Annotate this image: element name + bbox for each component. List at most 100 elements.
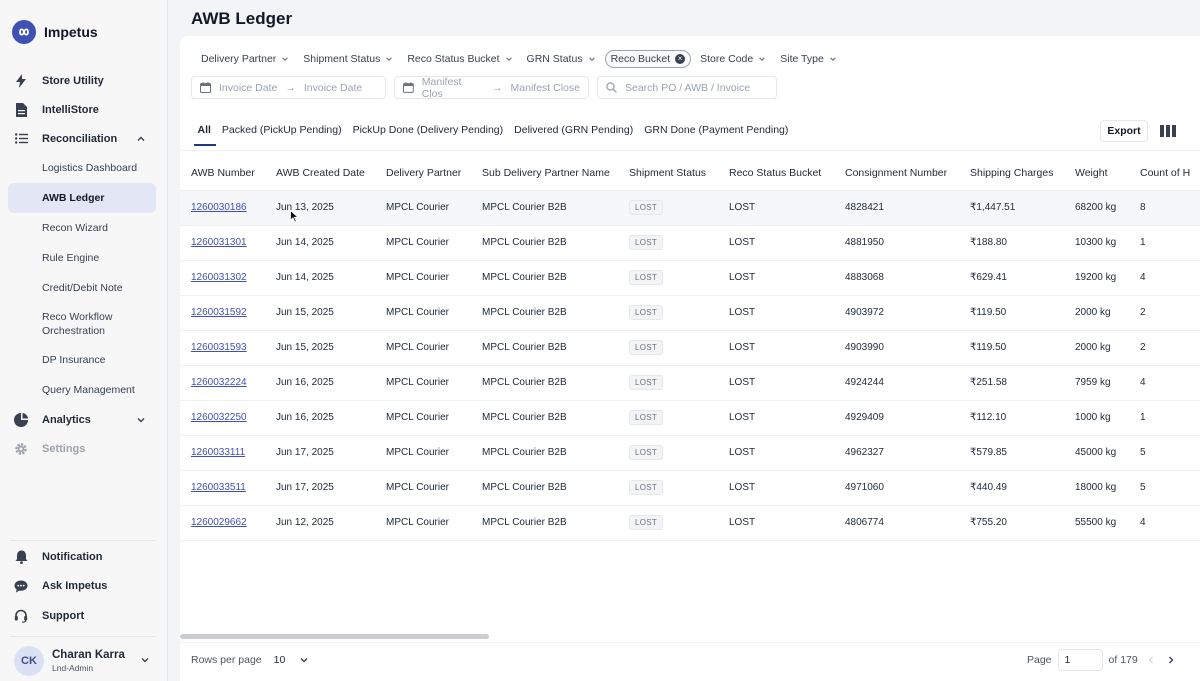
tab-pickup-done[interactable]: PickUp Done (Delivery Pending)	[347, 120, 509, 146]
pie-chart-icon	[14, 412, 28, 427]
rows-per-page-value: 10	[273, 654, 286, 666]
table-row[interactable]: 1260032250 Jun 16, 2025 MPCL Courier MPCL C…	[180, 400, 1200, 436]
chevron-up-icon[interactable]	[136, 134, 146, 144]
awb-number-link[interactable]: 1260032250	[191, 412, 247, 423]
filter-store-code[interactable]: Store Code	[695, 50, 771, 68]
column-header[interactable]: Count of H	[1129, 156, 1200, 191]
sidebar-bottom: Notification Ask Impetus Support	[8, 542, 156, 631]
table-row[interactable]: 1260033511 Jun 17, 2025 MPCL Courier MPCL C…	[180, 470, 1200, 506]
table-cell: Jun 17, 2025	[265, 470, 375, 506]
chevron-down-icon[interactable]	[140, 655, 150, 668]
chevron-down-icon[interactable]	[136, 415, 146, 425]
column-header[interactable]: Sub Delivery Partner Name	[471, 156, 618, 191]
table-row[interactable]: 1260031593 Jun 15, 2025 MPCL Courier MPCL C…	[180, 330, 1200, 366]
sidebar-subitem-reco-workflow-orchestration[interactable]: Reco Workflow Orchestration	[8, 303, 156, 345]
sidebar-subitem-query-management[interactable]: Query Management	[8, 375, 156, 405]
awb-number-link[interactable]: 1260032224	[191, 377, 247, 388]
awb-number-link[interactable]: 1260029662	[191, 517, 247, 528]
manifest-date-range[interactable]: Manifest Clos → Manifest Close	[394, 76, 589, 99]
sidebar-subitem-rule-engine[interactable]: Rule Engine	[8, 243, 156, 273]
column-header[interactable]: Reco Status Bucket	[718, 156, 834, 191]
column-header[interactable]: Shipment Status	[618, 156, 718, 191]
awb-table: AWB Number AWB Created Date Delivery Partn…	[180, 156, 1200, 541]
column-header[interactable]: Shipping Charges	[959, 156, 1064, 191]
page-number-input[interactable]	[1057, 649, 1103, 671]
sidebar-item-analytics[interactable]: Analytics	[8, 405, 156, 434]
table-row[interactable]: 1260033111 Jun 17, 2025 MPCL Courier MPCL C…	[180, 435, 1200, 471]
awb-number-link[interactable]: 1260031301	[191, 237, 247, 248]
horizontal-scrollbar[interactable]	[180, 634, 489, 639]
sidebar-item-settings[interactable]: Settings	[8, 434, 156, 463]
filter-delivery-partner[interactable]: Delivery Partner	[196, 50, 294, 68]
table-row[interactable]: 1260030186 Jun 13, 2025 MPCL Courier MPCL C…	[180, 190, 1200, 226]
tab-all[interactable]: All	[192, 120, 217, 146]
sidebar-item-support[interactable]: Support	[8, 601, 156, 631]
filter-reco-bucket-active[interactable]: Reco Bucket ×	[604, 50, 692, 68]
next-page-button[interactable]	[1164, 653, 1178, 667]
sidebar-subitem-logistics-dashboard[interactable]: Logistics Dashboard	[8, 153, 156, 183]
table-cell: LOST	[618, 435, 718, 471]
status-badge: LOST	[629, 375, 664, 390]
table-cell: MPCL Courier B2B	[471, 225, 618, 261]
sidebar-item-reconciliation[interactable]: Reconciliation	[8, 124, 156, 153]
awb-number-link[interactable]: 1260031593	[191, 342, 247, 353]
invoice-date-range[interactable]: Invoice Date → Invoice Date	[191, 76, 386, 99]
footer-divider	[180, 642, 1200, 643]
status-badge: LOST	[629, 340, 664, 355]
table-cell: 10300 kg	[1064, 225, 1129, 261]
column-header[interactable]: Delivery Partner	[375, 156, 471, 191]
column-header[interactable]: AWB Created Date	[265, 156, 375, 191]
table-cell: 4971060	[834, 470, 959, 506]
filter-shipment-status[interactable]: Shipment Status	[298, 50, 398, 68]
table-row[interactable]: 1260031302 Jun 14, 2025 MPCL Courier MPCL C…	[180, 260, 1200, 296]
clear-filter-icon[interactable]: ×	[675, 54, 686, 64]
column-settings-icon[interactable]	[1160, 125, 1176, 137]
search-input[interactable]	[625, 81, 765, 94]
table-cell: LOST	[618, 295, 718, 331]
column-header[interactable]: Consignment Number	[834, 156, 959, 191]
tab-delivered[interactable]: Delivered (GRN Pending)	[509, 120, 639, 146]
table-cell: Jun 15, 2025	[265, 330, 375, 366]
tab-grn-done[interactable]: GRN Done (Payment Pending)	[639, 120, 794, 146]
filter-reco-status-bucket[interactable]: Reco Status Bucket	[402, 50, 517, 68]
sidebar-subitem-dp-insurance[interactable]: DP Insurance	[8, 345, 156, 375]
awb-number-link[interactable]: 1260031592	[191, 307, 247, 318]
table-row[interactable]: 1260031592 Jun 15, 2025 MPCL Courier MPCL C…	[180, 295, 1200, 331]
brand[interactable]: Impetus	[12, 20, 98, 44]
sidebar-subitem-awb-ledger[interactable]: AWB Ledger	[8, 183, 156, 213]
sidebar-item-ask-impetus[interactable]: Ask Impetus	[8, 572, 156, 602]
awb-number-link[interactable]: 1260030186	[191, 202, 247, 213]
awb-number-link[interactable]: 1260033511	[191, 482, 246, 493]
sidebar-item-notification[interactable]: Notification	[8, 542, 156, 572]
chevron-down-icon	[759, 57, 766, 61]
awb-table-container[interactable]: AWB Number AWB Created Date Delivery Partn…	[180, 156, 1200, 632]
table-cell: LOST	[718, 330, 834, 366]
status-badge: LOST	[629, 445, 664, 460]
sidebar-subitem-credit-debit-note[interactable]: Credit/Debit Note	[8, 273, 156, 303]
export-button[interactable]: Export	[1100, 120, 1148, 142]
sidebar-subitem-recon-wizard[interactable]: Recon Wizard	[8, 213, 156, 243]
table-row[interactable]: 1260029662 Jun 12, 2025 MPCL Courier MPCL C…	[180, 505, 1200, 541]
rows-per-page-select[interactable]: 10	[274, 654, 310, 666]
sidebar-item-label: Settings	[42, 442, 86, 455]
filter-grn-status[interactable]: GRN Status	[522, 50, 601, 68]
user-profile[interactable]: CK Charan Karra Lnd-Admin	[14, 646, 150, 676]
table-row[interactable]: 1260031301 Jun 14, 2025 MPCL Courier MPCL C…	[180, 225, 1200, 261]
column-header[interactable]: Weight	[1064, 156, 1129, 191]
prev-page-button[interactable]	[1144, 653, 1158, 667]
awb-number-link[interactable]: 1260033111	[191, 447, 245, 458]
filter-site-type[interactable]: Site Type	[775, 50, 842, 68]
tab-packed[interactable]: Packed (PickUp Pending)	[216, 120, 347, 146]
sidebar-item-intellistore[interactable]: IntelliStore	[8, 95, 156, 124]
sidebar-item-label: Ask Impetus	[42, 580, 108, 593]
column-header[interactable]: AWB Number	[180, 156, 265, 191]
table-cell: 4929409	[834, 400, 959, 436]
table-cell: MPCL Courier B2B	[471, 470, 618, 506]
table-row[interactable]: 1260032224 Jun 16, 2025 MPCL Courier MPCL C…	[180, 365, 1200, 401]
search-box[interactable]	[597, 76, 777, 99]
filter-label: Shipment Status	[303, 53, 381, 65]
table-cell: LOST	[718, 400, 834, 436]
sidebar-item-store-utility[interactable]: Store Utility	[8, 66, 156, 95]
awb-number-link[interactable]: 1260031302	[191, 272, 247, 283]
table-cell: 4883068	[834, 260, 959, 296]
